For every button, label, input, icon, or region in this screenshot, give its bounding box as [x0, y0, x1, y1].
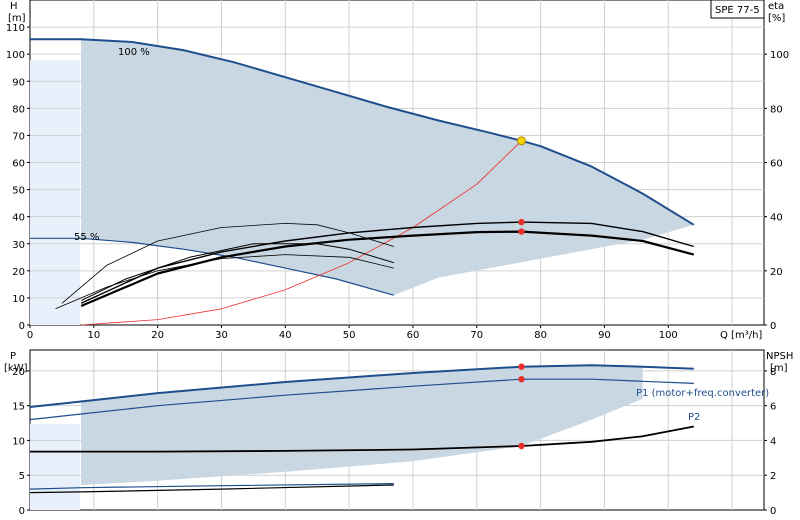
- top-x-tick-label: 50: [343, 330, 356, 341]
- top-y2-tick-label: 40: [770, 213, 783, 224]
- top-light-band: [30, 60, 80, 325]
- bottom-y-tick-label: 10: [12, 436, 25, 447]
- top-y-tick-label: 0: [19, 321, 25, 332]
- bottom-operating-point: [518, 363, 525, 370]
- top-x-tick-label: 10: [87, 330, 100, 341]
- eta-axis-unit: [%]: [768, 13, 785, 24]
- top-operating-point: [518, 228, 525, 235]
- bottom-y2-tick-label: 6: [770, 402, 776, 413]
- bottom-y-tick-label: 15: [12, 402, 25, 413]
- top-y-tick-label: 70: [12, 131, 25, 142]
- top-x-tick-label: 40: [279, 330, 292, 341]
- top-y-tick-label: 60: [12, 159, 25, 170]
- npsh-axis-title: NPSH: [766, 351, 793, 362]
- top-y2-tick-label: 20: [770, 267, 783, 278]
- top-y-tick-label: 100: [6, 50, 25, 61]
- p1-label: P1 (motor+freq.converter): [636, 388, 769, 399]
- p-axis-title: P: [10, 351, 16, 362]
- top-y-tick-label: 10: [12, 294, 25, 305]
- top-y2-tick-label: 100: [770, 50, 789, 61]
- top-operating-point: [516, 136, 526, 146]
- top-y-tick-label: 80: [12, 104, 25, 115]
- top-x-tick-label: 60: [407, 330, 420, 341]
- p2-label: P2: [688, 412, 700, 423]
- bottom-operating-point: [518, 376, 525, 383]
- bottom-y2-tick-label: 0: [770, 506, 776, 517]
- bottom-y-tick-label: 5: [19, 471, 25, 482]
- top-x-tick-label: 70: [470, 330, 483, 341]
- top-y2-tick-label: 60: [770, 159, 783, 170]
- top-y2-tick-label: 80: [770, 104, 783, 115]
- top-y-tick-label: 40: [12, 213, 25, 224]
- bottom-light-band: [30, 424, 80, 510]
- npsh-axis-unit: [m]: [770, 363, 788, 374]
- top-y-tick-label: 30: [12, 240, 25, 251]
- top-x-tick-label: 30: [215, 330, 228, 341]
- top-y-tick-label: 20: [12, 267, 25, 278]
- top-x-tick-label: 20: [151, 330, 164, 341]
- bottom-y-tick-label: 0: [19, 506, 25, 517]
- h-axis-title: H: [10, 1, 18, 12]
- label-55-percent: 55 %: [74, 232, 99, 243]
- p-axis-unit: [kW]: [4, 363, 28, 374]
- pump-curve-figure: 01020304050607080901001100204060801000 10…: [4, 0, 793, 517]
- bottom-y2-tick-label: 2: [770, 471, 776, 482]
- top-y-tick-label: 110: [6, 23, 25, 34]
- top-x-tick-label: 100: [659, 330, 678, 341]
- label-100-percent: 100 %: [118, 47, 150, 58]
- top-x-tick-label: 80: [534, 330, 547, 341]
- pump-label: SPE 77-5: [715, 5, 760, 16]
- top-operating-point: [518, 218, 525, 226]
- h-axis-unit: [m]: [8, 13, 26, 24]
- bottom-operating-point: [518, 442, 525, 450]
- top-x-tick-label: 0: [27, 330, 33, 341]
- q-axis-label: Q [m³/h]: [720, 330, 762, 341]
- top-y-tick-label: 50: [12, 186, 25, 197]
- top-y2-tick-label: 0: [770, 321, 776, 332]
- top-y-tick-label: 90: [12, 77, 25, 88]
- bottom-y2-tick-label: 4: [770, 436, 776, 447]
- eta-axis-title: eta: [768, 1, 784, 12]
- top-x-tick-label: 90: [598, 330, 611, 341]
